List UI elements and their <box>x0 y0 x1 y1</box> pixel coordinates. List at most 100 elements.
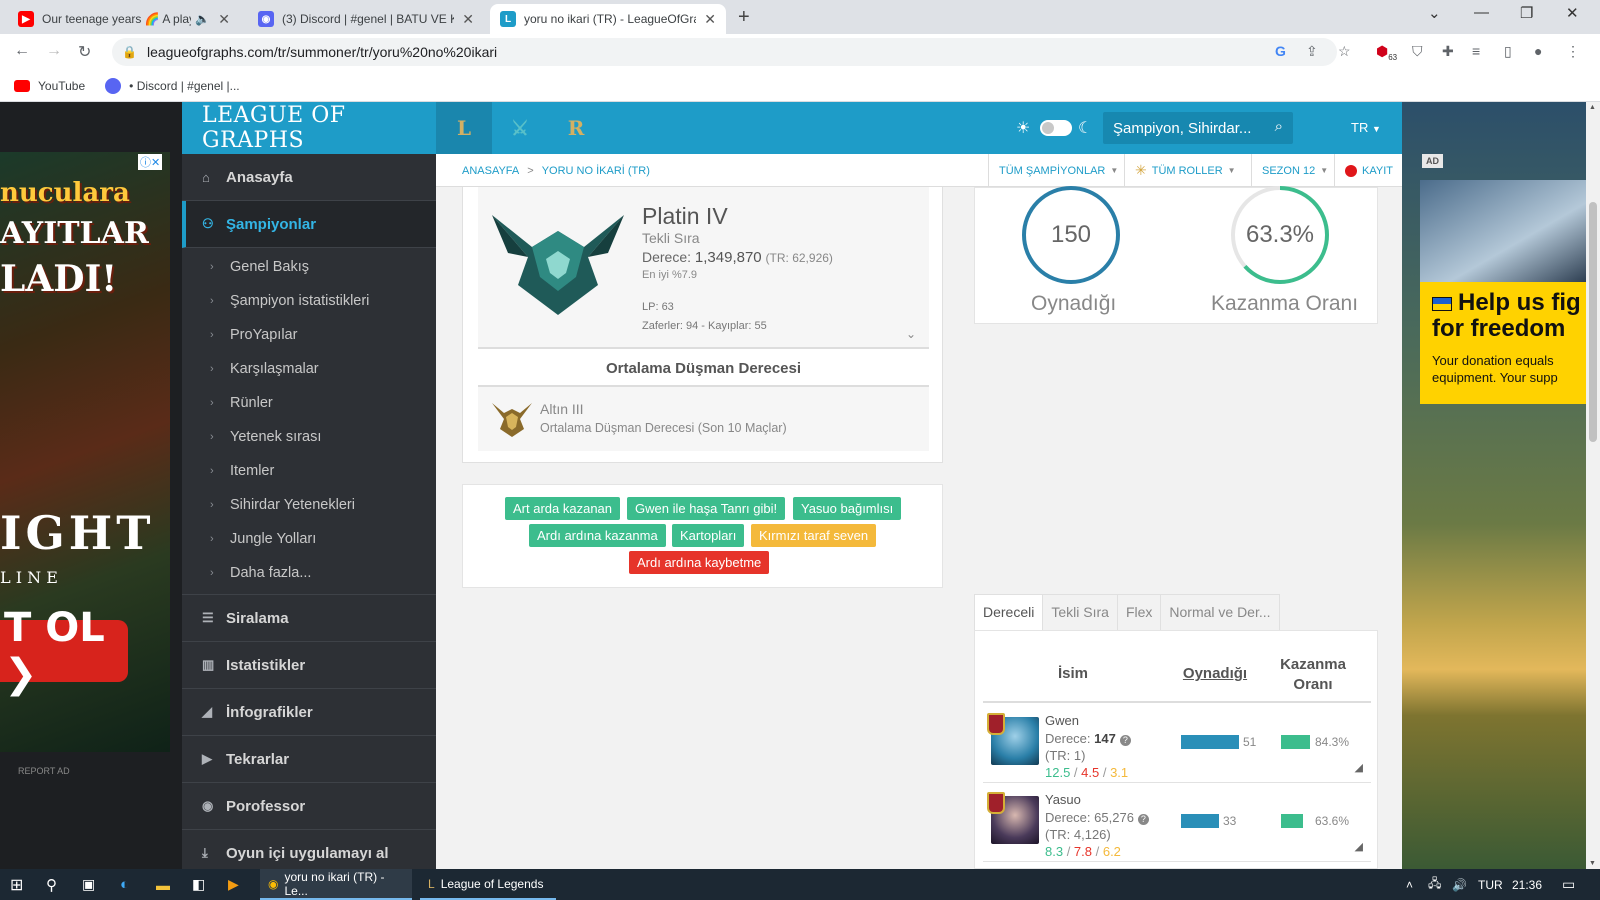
back-icon[interactable]: ← <box>14 42 30 60</box>
table-row[interactable]: Gwen Derece: 147? (TR: 1) 12.5 / 4.5 / 3… <box>983 705 1371 783</box>
sidebar-sub-runler[interactable]: › Rünler <box>182 386 436 420</box>
breadcrumb-home[interactable]: ANASAYFA <box>462 165 519 177</box>
close-window-icon[interactable]: ✕ <box>1566 4 1579 22</box>
scrollbar-thumb[interactable] <box>1589 202 1597 442</box>
taskbar-app-league[interactable]: L League of Legends <box>420 869 556 900</box>
search-icon[interactable]: ⌕ <box>1275 118 1283 135</box>
sidebar-sub-itemler[interactable]: › Itemler <box>182 454 436 488</box>
new-tab-icon[interactable]: + <box>738 6 750 29</box>
search-input[interactable]: Şampiyon, Sihirdar... ⌕ <box>1103 112 1293 144</box>
maximize-icon[interactable]: ❐ <box>1520 4 1533 22</box>
sun-icon[interactable]: ☀ <box>1016 118 1030 138</box>
task-view-icon[interactable]: ▣ <box>82 869 95 900</box>
shield-extension-icon[interactable]: ⛉ <box>1412 43 1423 60</box>
browser-tab-youtube[interactable]: ▶ Our teenage years 🌈 A play 🔈 ✕ <box>8 4 240 34</box>
tft-icon[interactable]: ⚔ <box>492 102 548 154</box>
runeterra-icon[interactable]: R <box>548 102 604 154</box>
browser-menu-icon[interactable]: ⋮ <box>1566 43 1580 60</box>
notifications-icon[interactable]: ▭ <box>1562 869 1575 900</box>
tab-flex[interactable]: Flex <box>1116 594 1162 630</box>
tab-normal-ve-dereceli[interactable]: Normal ve Der... <box>1160 594 1280 630</box>
expand-chevron-icon[interactable]: ⌄ <box>906 327 916 341</box>
theme-toggle[interactable] <box>1040 120 1072 136</box>
network-icon[interactable]: 🖧 <box>1428 869 1441 900</box>
champion-name[interactable]: Yasuo <box>1045 792 1081 807</box>
tag-ardi-ardina-kazanma[interactable]: Ardı ardına kazanma <box>529 524 666 547</box>
graph-icon[interactable]: ◢ <box>1355 761 1363 774</box>
sidebar-sub-jungle-yollari[interactable]: › Jungle Yolları <box>182 522 436 556</box>
page-scrollbar[interactable]: ▲ ▼ <box>1586 102 1600 869</box>
sidebar-item-tekrarlar[interactable]: ▶ Tekrarlar <box>182 736 436 783</box>
close-tab-icon[interactable]: ✕ <box>462 11 474 28</box>
sidebar-sub-karsilasmalar[interactable]: › Karşılaşmalar <box>182 352 436 386</box>
right-advertisement[interactable]: AD Help us fig for freedom Your donation… <box>1402 102 1586 869</box>
sidebar-sub-sihirdar-yetenekleri[interactable]: › Sihirdar Yetenekleri <box>182 488 436 522</box>
browser-tab-discord[interactable]: ◉ (3) Discord | #genel | BATU VE KE ✕ <box>248 4 484 34</box>
url-field[interactable]: 🔒 leagueofgraphs.com/tr/summoner/tr/yoru… <box>112 38 1337 66</box>
google-icon[interactable]: G <box>1275 43 1286 59</box>
graph-icon[interactable]: ◢ <box>1355 840 1363 853</box>
sidebar-item-infografikler[interactable]: ◢ İnfografikler <box>182 689 436 736</box>
close-tab-icon[interactable]: ✕ <box>218 11 230 28</box>
left-advertisement[interactable]: ⓘ✕ nuculara AYITLAR LADI! IGHT L I N E T… <box>0 102 182 869</box>
file-explorer-icon[interactable]: ▬ <box>156 869 170 900</box>
report-ad-link[interactable]: REPORT AD <box>18 766 70 776</box>
sidebar-sub-yetenek-sirasi[interactable]: › Yetenek sırası <box>182 420 436 454</box>
donation-banner[interactable]: Help us fig for freedom Your donation eq… <box>1420 282 1586 404</box>
league-icon[interactable]: L <box>436 102 492 154</box>
tag-kartoplari[interactable]: Kartopları <box>672 524 745 547</box>
col-oynadigi[interactable]: Oynadığı <box>1175 665 1255 682</box>
sidebar-item-porofessor[interactable]: ◉ Porofessor <box>182 783 436 830</box>
tag-ardi-ardina-kaybetme[interactable]: Ardı ardına kaybetme <box>629 551 770 574</box>
clock[interactable]: 21:36 <box>1512 869 1542 900</box>
tag-art-arda-kazanan[interactable]: Art arda kazanan <box>505 497 621 520</box>
site-logo[interactable]: LEAGUE OF GRAPHS <box>182 102 436 154</box>
sidebar-item-istatistikler[interactable]: ▥ Istatistikler <box>182 642 436 689</box>
sidebar-item-anasayfa[interactable]: ⌂ Anasayfa <box>182 154 436 201</box>
sidebar-sub-daha-fazla[interactable]: › Daha fazla... <box>182 556 436 590</box>
bookmark-star-icon[interactable]: ☆ <box>1338 43 1351 60</box>
sidebar-sub-sampiyon-istatistikleri[interactable]: › Şampiyon istatistikleri <box>182 284 436 318</box>
filter-season[interactable]: SEZON 12 ▼ <box>1251 154 1338 187</box>
tab-dereceli[interactable]: Dereceli <box>974 594 1044 630</box>
bookmark-discord[interactable]: • Discord | #genel |... <box>105 77 240 94</box>
tag-kirmizi-taraf-seven[interactable]: Kırmızı taraf seven <box>751 524 877 547</box>
windows-start-icon[interactable]: ⊞ <box>10 869 23 900</box>
search-icon[interactable]: ⚲ <box>46 869 57 900</box>
language-selector[interactable]: TR ▼ <box>1351 120 1381 135</box>
scroll-down-icon[interactable]: ▼ <box>1589 860 1596 867</box>
store-icon[interactable]: ◧ <box>192 869 205 900</box>
edge-icon[interactable]: ◐ <box>120 869 129 900</box>
sidebar-item-siralama[interactable]: ☰ Siralama <box>182 595 436 642</box>
volume-icon[interactable]: 🔊 <box>1452 869 1467 900</box>
sidebar-sub-proyapilar[interactable]: › ProYapılar <box>182 318 436 352</box>
share-icon[interactable]: ⇪ <box>1306 43 1318 60</box>
sidebar-sub-genel-bakis[interactable]: › Genel Bakış <box>182 250 436 284</box>
side-panel-icon[interactable]: ▯ <box>1504 43 1512 60</box>
ad-cta-button[interactable]: T OL ❯ <box>0 605 128 697</box>
tab-tekli-sira[interactable]: Tekli Sıra <box>1042 594 1118 630</box>
tag-yasuo-bagimlisi[interactable]: Yasuo bağımlısı <box>793 497 902 520</box>
profile-avatar-icon[interactable]: ● <box>1534 43 1542 59</box>
lock-icon[interactable]: 🔒 <box>122 45 137 59</box>
record-button[interactable]: KAYIT <box>1334 154 1403 187</box>
tray-chevron-up-icon[interactable]: ˄ <box>1406 869 1413 900</box>
help-icon[interactable]: ? <box>1137 814 1149 825</box>
help-icon[interactable]: ? <box>1119 735 1131 746</box>
close-tab-icon[interactable]: ✕ <box>704 11 716 28</box>
browser-tab-leagueofgraphs[interactable]: L yoru no ikari (TR) - LeagueOfGrap ✕ <box>490 4 726 34</box>
sidebar-item-sampiyonlar[interactable]: ⚇ Şampiyonlar <box>182 201 436 248</box>
extensions-puzzle-icon[interactable]: ✚ <box>1442 43 1454 60</box>
tab-search-chevron-icon[interactable]: ⌄ <box>1428 4 1441 22</box>
speaker-icon[interactable]: 🔈 <box>195 12 210 26</box>
col-kazanma-orani[interactable]: Kazanma Oranı <box>1271 655 1355 695</box>
bookmark-youtube[interactable]: YouTube <box>14 79 85 93</box>
keyboard-language[interactable]: TUR <box>1478 869 1503 900</box>
filter-all-champions[interactable]: TÜM ŞAMPİYONLAR ▼ <box>988 154 1128 187</box>
col-isim[interactable]: İsim <box>1033 665 1113 682</box>
reload-icon[interactable]: ↻ <box>78 42 91 62</box>
media-control-icon[interactable]: ≡ <box>1472 43 1480 59</box>
breadcrumb-summoner[interactable]: YORU NO İKARİ (TR) <box>542 165 650 177</box>
moon-icon[interactable]: ☾ <box>1078 118 1092 138</box>
media-app-icon[interactable]: ▶ <box>228 869 239 900</box>
